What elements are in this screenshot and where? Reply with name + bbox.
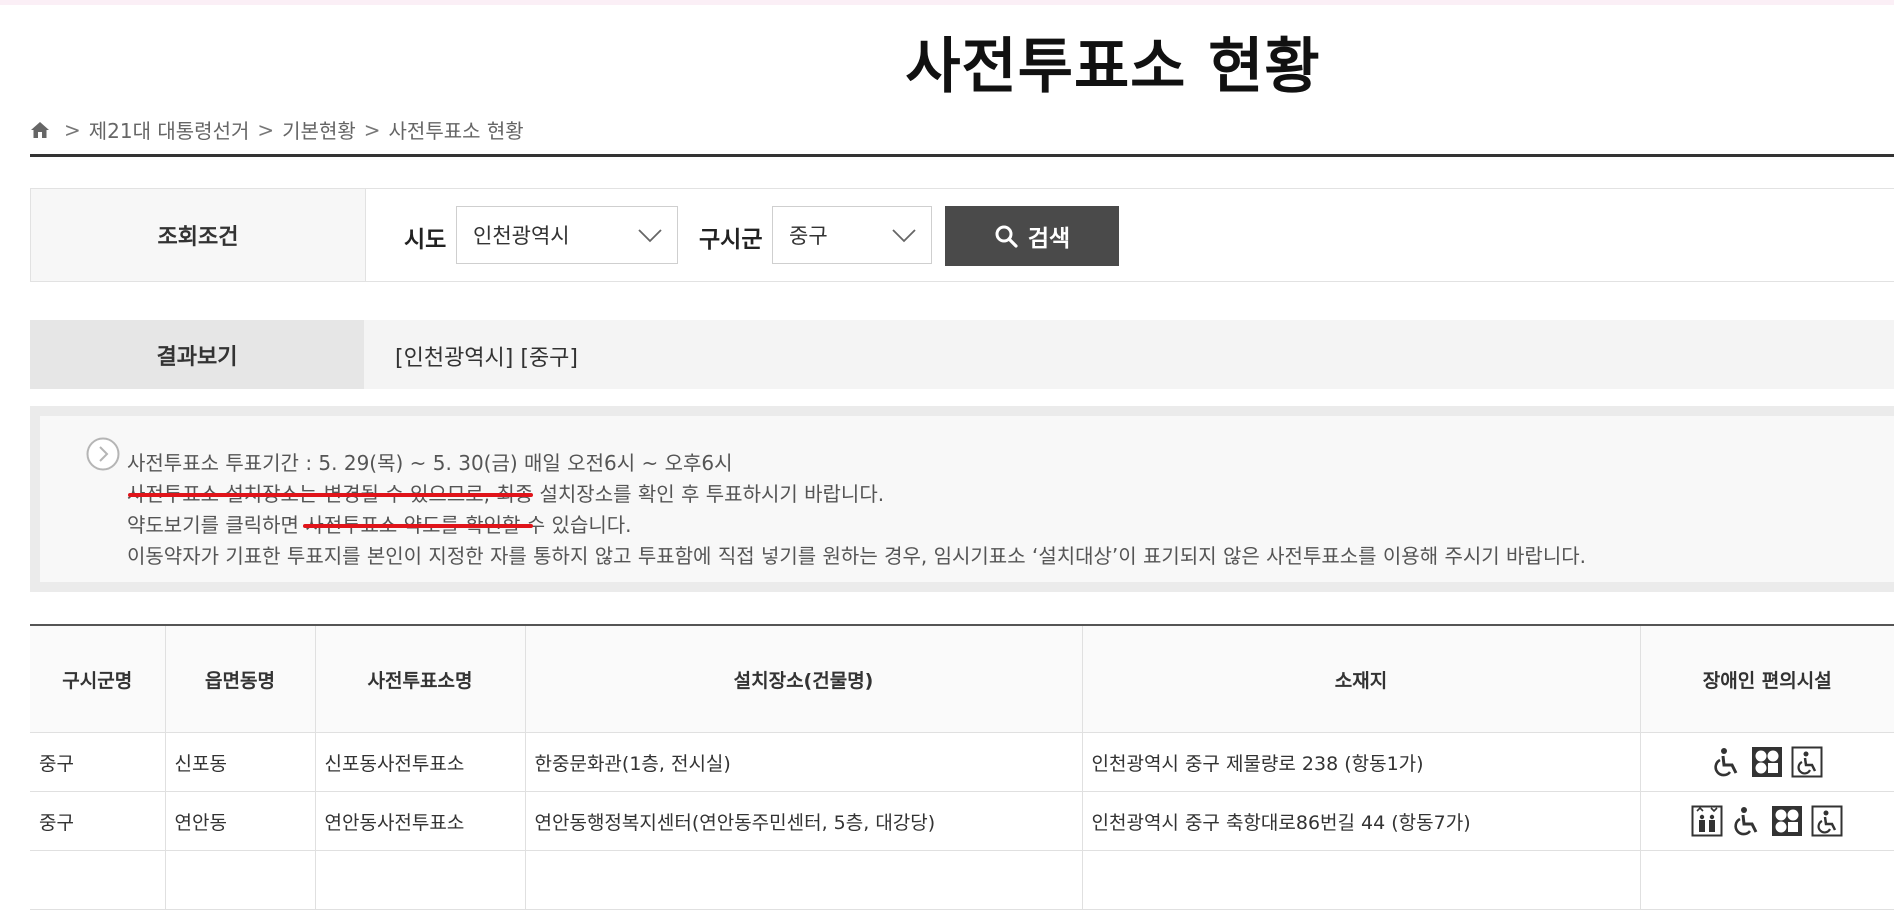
cell-dong: 신포동	[165, 732, 316, 792]
sido-label: 시도	[404, 227, 447, 253]
table-row	[30, 850, 1894, 910]
search-button[interactable]: 검색	[945, 206, 1119, 266]
cell-dong	[165, 850, 316, 910]
cell-station-name	[315, 850, 526, 910]
table-row: 중구 연안동 연안동사전투표소 연안동행정복지센터(연안동주민센터, 5층, 대…	[30, 791, 1894, 851]
notice-line-period: 사전투표소 투표기간 : 5. 29(목) ~ 5. 30(금) 매일 오전6시…	[127, 451, 733, 475]
result-value: [인천광역시] [중구]	[395, 346, 579, 371]
wheelchair-ramp-icon	[1791, 746, 1823, 778]
sigungu-select-value: 중구	[789, 224, 828, 248]
braille-block-icon	[1771, 806, 1802, 836]
polling-station-table: 구시군명 읍면동명 사전투표소명 설치장소(건물명) 소재지 장애인 편의시설 …	[30, 624, 1894, 910]
sido-select-value: 인천광역시	[473, 224, 570, 248]
sigungu-select[interactable]: 중구	[772, 206, 932, 264]
header-address: 소재지	[1082, 624, 1641, 733]
breadcrumb-item-election[interactable]: 제21대 대통령선거	[89, 115, 250, 144]
cell-station-name: 신포동사전투표소	[315, 732, 526, 792]
header-accessibility: 장애인 편의시설	[1640, 624, 1894, 733]
search-condition-label: 조회조건	[31, 189, 366, 281]
page-title: 사전투표소 현황	[905, 32, 1321, 102]
cell-address: 인천광역시 중구 축항대로86번길 44 (항동7가)	[1082, 791, 1641, 851]
home-icon[interactable]	[30, 120, 50, 140]
header-sigungu: 구시군명	[30, 624, 166, 733]
notice-line-mobility: 이동약자가 기표한 투표지를 본인이 지정한 자를 통하지 않고 투표함에 직접…	[127, 544, 1586, 568]
red-underline-annotation	[303, 524, 533, 528]
chevron-down-icon	[892, 229, 916, 243]
wheelchair-ramp-icon	[1811, 805, 1843, 837]
cell-building	[525, 850, 1083, 910]
search-button-label: 검색	[1027, 226, 1071, 252]
title-divider	[30, 154, 1894, 157]
result-label: 결과보기	[30, 320, 364, 389]
cell-sigungu: 중구	[30, 791, 166, 851]
cell-building: 한중문화관(1층, 전시실)	[525, 732, 1083, 792]
braille-block-icon	[1751, 747, 1782, 777]
cell-address: 인천광역시 중구 제물량로 238 (항동1가)	[1082, 732, 1641, 792]
cell-sigungu: 중구	[30, 732, 166, 792]
cell-building: 연안동행정복지센터(연안동주민센터, 5층, 대강당)	[525, 791, 1083, 851]
cell-facilities	[1640, 732, 1894, 792]
table-row: 중구 신포동 신포동사전투표소 한중문화관(1층, 전시실) 인천광역시 중구 …	[30, 732, 1894, 792]
breadcrumb-separator: >	[363, 117, 381, 142]
wheelchair-icon	[1734, 807, 1758, 836]
breadcrumb-separator: >	[64, 117, 81, 142]
result-bar: 결과보기 [인천광역시] [중구]	[30, 320, 1894, 389]
red-underline-annotation	[128, 493, 533, 497]
header-station-name: 사전투표소명	[315, 624, 526, 733]
notice-box: 사전투표소 투표기간 : 5. 29(목) ~ 5. 30(금) 매일 오전6시…	[30, 406, 1894, 592]
cell-facilities	[1640, 791, 1894, 851]
header-eupmyeondong: 읍면동명	[165, 624, 316, 733]
chevron-circle-icon	[86, 437, 120, 471]
elevator-icon	[1691, 805, 1723, 837]
sigungu-label: 구시군	[699, 227, 763, 253]
top-accent-line	[0, 0, 1894, 5]
table-header-row: 구시군명 읍면동명 사전투표소명 설치장소(건물명) 소재지 장애인 편의시설	[30, 624, 1894, 733]
chevron-down-icon	[638, 229, 662, 243]
cell-address	[1082, 850, 1641, 910]
breadcrumb-item-current: 사전투표소 현황	[388, 119, 524, 143]
breadcrumb: > 제21대 대통령선거 > 기본현황 > 사전투표소 현황	[30, 115, 524, 144]
breadcrumb-item-basic-status[interactable]: 기본현황	[282, 115, 356, 144]
header-building: 설치장소(건물명)	[525, 624, 1083, 733]
cell-facilities	[1640, 850, 1894, 910]
cell-station-name: 연안동사전투표소	[315, 791, 526, 851]
search-panel: 조회조건 시도 인천광역시 구시군 중구 검색	[30, 188, 1894, 282]
wheelchair-icon	[1714, 748, 1738, 777]
breadcrumb-separator: >	[257, 117, 275, 142]
cell-sigungu	[30, 850, 166, 910]
cell-dong: 연안동	[165, 791, 316, 851]
sido-select[interactable]: 인천광역시	[456, 206, 678, 264]
search-icon	[995, 225, 1018, 248]
